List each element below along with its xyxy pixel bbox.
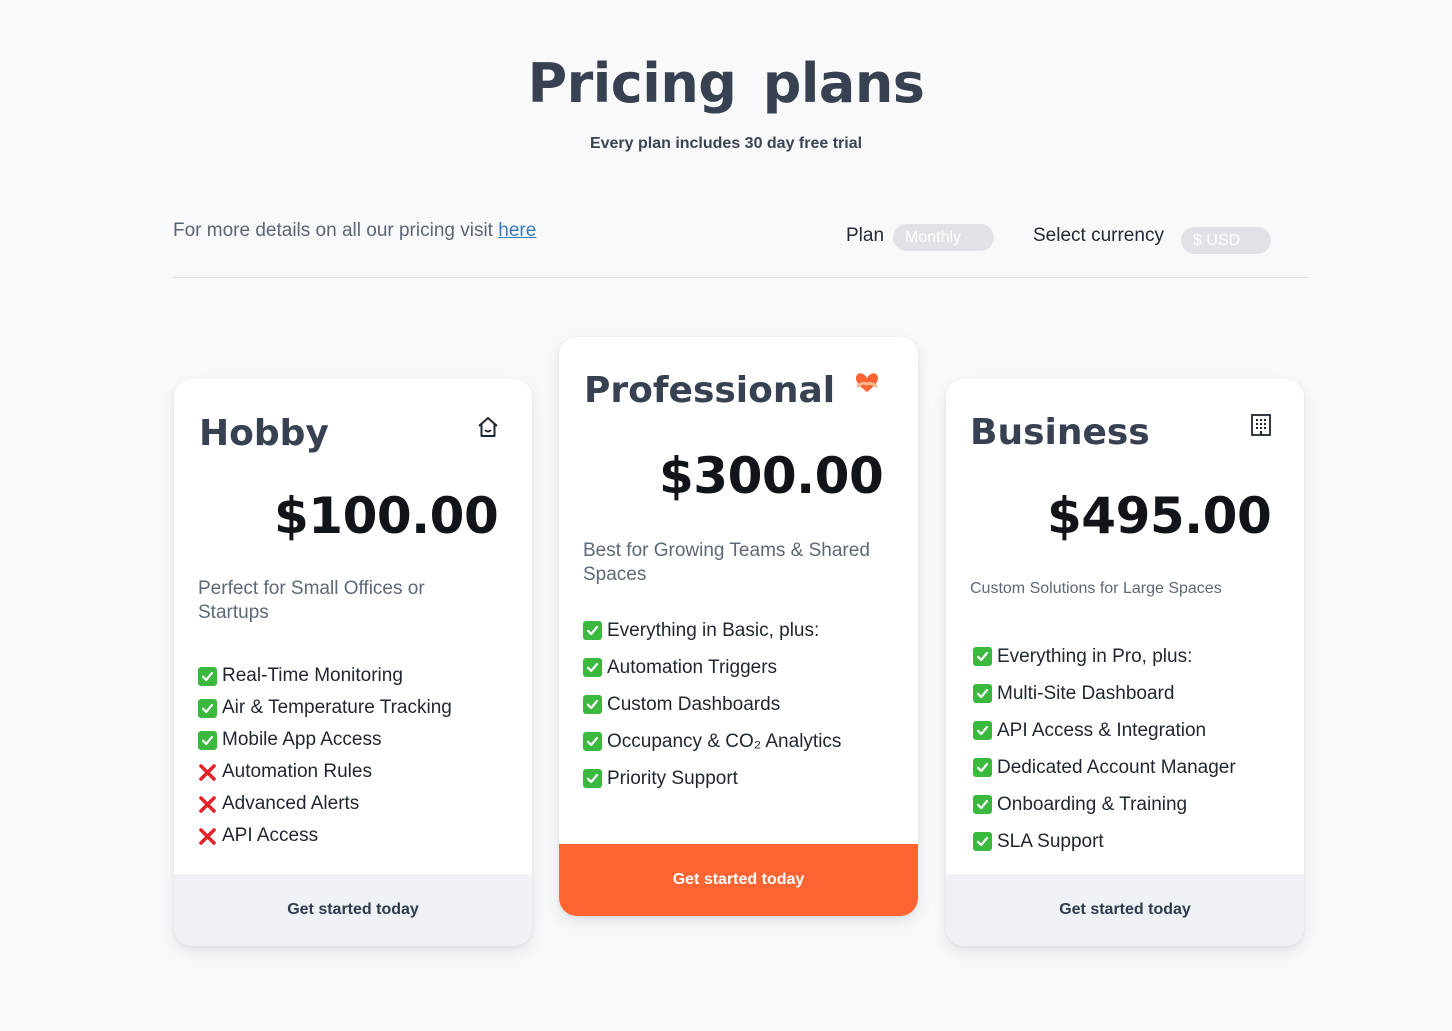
- get-started-button[interactable]: Get started today: [174, 874, 532, 946]
- pricing-toolbar: For more details on all our pricing visi…: [173, 218, 1308, 278]
- page-title: Pricing plans: [527, 52, 925, 115]
- feature-item: Automation Rules: [198, 756, 452, 788]
- details-text: For more details on all our pricing visi…: [173, 220, 536, 242]
- plan-label: Plan: [846, 225, 885, 246]
- feature-item: API Access: [198, 820, 452, 852]
- feature-label: Everything in Basic, plus:: [607, 620, 820, 641]
- feature-label: Occupancy & CO₂ Analytics: [607, 731, 842, 752]
- feature-item: Custom Dashboards: [583, 686, 841, 723]
- feature-label: SLA Support: [997, 831, 1104, 852]
- feature-label: Air & Temperature Tracking: [222, 697, 452, 718]
- plan-card-professional: Professional $300.00 Best for Growing Te…: [559, 337, 918, 916]
- check-icon: [973, 795, 992, 814]
- check-icon: [973, 647, 992, 666]
- check-icon: [973, 721, 992, 740]
- plan-name: Business: [970, 412, 1150, 453]
- feature-item: Multi-Site Dashboard: [973, 675, 1236, 712]
- heart-hands-icon: [854, 370, 878, 394]
- plan-description: Custom Solutions for Large Spaces: [970, 580, 1222, 597]
- plan-description: Best for Growing Teams & Shared Spaces: [583, 540, 870, 585]
- plan-name: Professional: [584, 370, 836, 411]
- cross-icon: [198, 827, 217, 846]
- feature-item: Air & Temperature Tracking: [198, 692, 452, 724]
- plan-name: Hobby: [199, 413, 329, 454]
- feature-label: Priority Support: [607, 768, 738, 789]
- feature-label: Custom Dashboards: [607, 694, 781, 715]
- check-icon: [973, 832, 992, 851]
- details-link[interactable]: here: [498, 220, 536, 241]
- feature-label: API Access & Integration: [997, 720, 1207, 741]
- check-icon: [583, 658, 602, 677]
- feature-label: Dedicated Account Manager: [997, 757, 1236, 778]
- plan-price: $495.00: [1047, 487, 1272, 545]
- feature-list: Everything in Basic, plus: Automation Tri…: [583, 612, 841, 797]
- feature-item: Everything in Pro, plus:: [973, 638, 1236, 675]
- cross-icon: [198, 763, 217, 782]
- currency-select[interactable]: $ USD: [1181, 227, 1271, 254]
- feature-item: API Access & Integration: [973, 712, 1236, 749]
- feature-label: API Access: [222, 825, 319, 846]
- feature-item: SLA Support: [973, 823, 1236, 860]
- feature-item: Priority Support: [583, 760, 841, 797]
- check-icon: [198, 730, 217, 750]
- plan-card-hobby: Hobby $100.00 Perfect for Small Offices …: [174, 379, 532, 946]
- check-icon: [583, 732, 602, 751]
- check-icon: [198, 666, 217, 686]
- check-icon: [583, 769, 602, 788]
- feature-label: Multi-Site Dashboard: [997, 683, 1175, 704]
- check-icon: [198, 698, 217, 718]
- get-started-button[interactable]: Get started today: [946, 874, 1304, 946]
- cross-icon: [198, 795, 217, 814]
- details-label: For more details on all our pricing visi…: [173, 220, 499, 241]
- feature-label: Automation Rules: [222, 761, 372, 782]
- plan-description: Perfect for Small Offices or Startups: [198, 578, 425, 623]
- feature-item: Everything in Basic, plus:: [583, 612, 841, 649]
- feature-list: Everything in Pro, plus: Multi-Site Dashb…: [973, 638, 1236, 860]
- feature-item: Real-Time Monitoring: [198, 660, 452, 692]
- office-building-icon: [1249, 413, 1273, 437]
- feature-list: Real-Time Monitoring Air & Temperature Tr…: [198, 660, 452, 852]
- plan-card-business: Business $495.00 Custom Solutions for La…: [946, 379, 1304, 946]
- plan-select[interactable]: Monthly: [893, 224, 994, 251]
- get-started-button[interactable]: Get started today: [559, 844, 918, 916]
- house-icon: [476, 415, 500, 439]
- check-icon: [973, 758, 992, 777]
- feature-item: Dedicated Account Manager: [973, 749, 1236, 786]
- feature-label: Automation Triggers: [607, 657, 778, 678]
- feature-label: Everything in Pro, plus:: [997, 646, 1193, 667]
- feature-label: Real-Time Monitoring: [222, 665, 403, 686]
- feature-item: Occupancy & CO₂ Analytics: [583, 723, 841, 760]
- feature-label: Mobile App Access: [222, 729, 382, 750]
- feature-item: Onboarding & Training: [973, 786, 1236, 823]
- feature-item: Mobile App Access: [198, 724, 452, 756]
- feature-item: Advanced Alerts: [198, 788, 452, 820]
- page-subtitle: Every plan includes 30 day free trial: [589, 135, 863, 152]
- check-icon: [973, 684, 992, 703]
- check-icon: [583, 621, 602, 640]
- check-icon: [583, 695, 602, 714]
- currency-label: Select currency: [1033, 225, 1164, 246]
- page-header: Pricing plans Every plan includes 30 day…: [0, 52, 1452, 153]
- plan-price: $300.00: [659, 447, 884, 505]
- feature-item: Automation Triggers: [583, 649, 841, 686]
- feature-label: Onboarding & Training: [997, 794, 1188, 815]
- feature-label: Advanced Alerts: [222, 793, 360, 814]
- plan-price: $100.00: [274, 487, 499, 545]
